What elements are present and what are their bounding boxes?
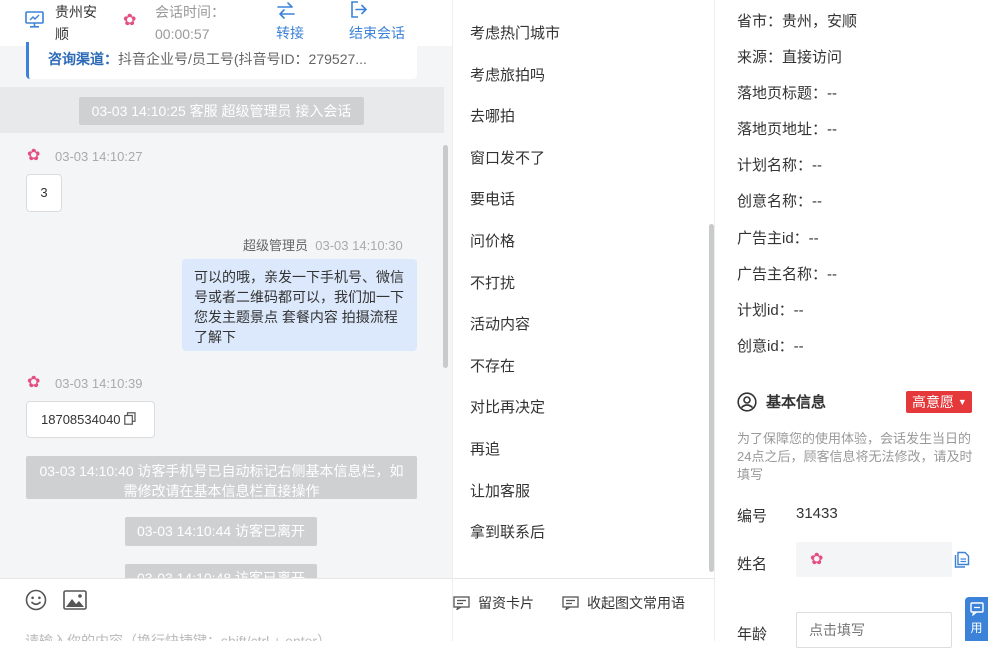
phone-number: 18708534040 (41, 412, 121, 427)
quick-reply-scrollbar[interactable] (709, 224, 714, 572)
collapse-phrases-label: 收起图文常用语 (587, 595, 685, 611)
edit-notice: 为了保障您的使用体验，会话发生当日的24点之后，顾客信息将无法修改，请及时填写 (737, 431, 973, 482)
copy-icon[interactable] (954, 551, 970, 568)
quick-reply-item[interactable]: 不打扰 (470, 263, 560, 305)
plan-id: 计划id：-- (737, 302, 804, 319)
message-input[interactable]: 请输入你的内容（换行快捷键：shift/ctrl + enter） (25, 631, 331, 641)
quick-reply-item[interactable]: 活动内容 (470, 304, 560, 346)
quick-replies-panel: 考虑热门城市 考虑旅拍吗 去哪拍 窗口发不了 要电话 问价格 不打扰 活动内容 … (452, 0, 716, 641)
visit-source: 来源：直接访问 (737, 49, 843, 66)
channel-key: 咨询渠道： (48, 51, 118, 67)
quick-reply-item[interactable]: 窗口发不了 (470, 138, 560, 180)
basic-info-title: 基本信息 (766, 394, 827, 411)
message-time: 03-03 14:10:27 (55, 149, 143, 164)
creative-id: 创意id：-- (737, 338, 804, 355)
quick-reply-item[interactable]: 要电话 (470, 179, 560, 221)
card-icon (453, 596, 470, 610)
chat-panel: 贵州安顺 ✿ 会话时间： 00:00:57 转接 结束会话 咨询渠道：抖音企业号… (0, 0, 452, 641)
chat-scrollbar[interactable] (443, 145, 448, 368)
chat-icon (969, 602, 984, 617)
logout-icon (351, 1, 368, 18)
system-message: 03-03 14:10:44 访客已离开 (125, 517, 317, 546)
transfer-label: 转接 (276, 25, 304, 41)
creative-name: 创意名称：-- (737, 193, 822, 210)
chat-header: 贵州安顺 ✿ 会话时间： 00:00:57 转接 结束会话 (0, 0, 452, 46)
agent-message: 可以的哦，亲发一下手机号、微信号或者二维码都可以，我们加一下您发主题景点 套餐内… (182, 259, 417, 351)
image-icon[interactable] (63, 590, 87, 610)
chat-input-area[interactable]: 请输入你的内容（换行快捷键：shift/ctrl + enter） (0, 578, 452, 641)
message-time: 03-03 14:10:39 (55, 376, 143, 391)
system-message: 03-03 14:10:25 客服 超级管理员 接入会话 (79, 97, 364, 125)
emoji-icon[interactable] (25, 589, 47, 611)
name-label: 姓名 (737, 556, 768, 573)
monitor-icon (25, 11, 44, 28)
visitor-name: 贵州安顺 (55, 4, 97, 42)
intent-label: 高意愿 (912, 394, 954, 410)
copy-icon[interactable] (124, 412, 136, 425)
help-float-button[interactable]: 用 (965, 597, 988, 641)
visitor-avatar-icon: ✿ (123, 12, 137, 29)
quick-reply-item[interactable]: 考虑热门城市 (470, 13, 560, 55)
quick-reply-item[interactable]: 对比再决定 (470, 387, 560, 429)
basic-info-header: 基本信息 (737, 391, 826, 412)
visitor-message: 3 (26, 174, 62, 212)
visitor-avatar-icon: ✿ (810, 551, 824, 568)
collapse-phrases-button[interactable]: 收起图文常用语 (562, 593, 685, 613)
age-field[interactable] (796, 612, 952, 648)
end-session-button[interactable]: 结束会话 (349, 0, 405, 44)
visitor-phone-message: 18708534040 (26, 401, 155, 438)
quick-reply-item[interactable]: 拿到联系后 (470, 512, 560, 554)
end-session-label: 结束会话 (349, 25, 405, 41)
id-value: 31433 (796, 505, 838, 522)
visitor-info-panel: 省市：贵州，安顺 来源：直接访问 落地页标题：-- 落地页地址：-- 计划名称：… (715, 0, 988, 648)
quick-reply-item[interactable]: 考虑旅拍吗 (470, 55, 560, 97)
advertiser-id: 广告主id：-- (737, 230, 819, 247)
province-city: 省市：贵州，安顺 (737, 13, 858, 30)
caret-down-icon: ▼ (957, 397, 967, 407)
lead-card-label: 留资卡片 (478, 595, 534, 611)
quick-reply-item[interactable]: 去哪拍 (470, 96, 560, 138)
name-field[interactable]: ✿ (796, 542, 952, 577)
intent-dropdown[interactable]: 高意愿 ▼ (906, 391, 972, 413)
quick-reply-footer: 留资卡片 收起图文常用语 (453, 578, 716, 641)
transfer-icon (277, 2, 295, 19)
plan-name: 计划名称：-- (737, 157, 822, 174)
visitor-avatar-icon: ✿ (27, 374, 41, 391)
lead-card-button[interactable]: 留资卡片 (453, 593, 534, 613)
message-icon (562, 596, 579, 610)
session-time-label: 会话时间： (155, 4, 225, 20)
quick-reply-item[interactable]: 问价格 (470, 221, 560, 263)
transfer-button[interactable]: 转接 (276, 0, 316, 44)
channel-info: 咨询渠道：抖音企业号/员工号(抖音号ID：279527... (26, 42, 417, 79)
channel-value: 抖音企业号/员工号(抖音号ID：279527... (118, 51, 367, 67)
landing-page-title: 落地页标题：-- (737, 85, 837, 102)
agent-name: 超级管理员 (243, 238, 309, 253)
quick-reply-item[interactable]: 不存在 (470, 346, 560, 388)
agent-message-meta: 超级管理员 03-03 14:10:30 (243, 235, 403, 254)
landing-page-url: 落地页地址：-- (737, 121, 837, 138)
advertiser-name: 广告主名称：-- (737, 266, 837, 283)
id-label: 编号 (737, 508, 768, 525)
quick-reply-item[interactable]: 让加客服 (470, 471, 560, 513)
message-time: 03-03 14:10:30 (315, 238, 403, 253)
quick-reply-list: 考虑热门城市 考虑旅拍吗 去哪拍 窗口发不了 要电话 问价格 不打扰 活动内容 … (470, 13, 560, 554)
user-icon (737, 391, 757, 412)
visitor-avatar-icon: ✿ (27, 147, 41, 164)
quick-reply-item[interactable]: 再追 (470, 429, 560, 471)
system-message: 03-03 14:10:40 访客手机号已自动标记右侧基本信息栏，如需修改请在基… (26, 456, 417, 499)
help-label: 用 (970, 621, 983, 635)
